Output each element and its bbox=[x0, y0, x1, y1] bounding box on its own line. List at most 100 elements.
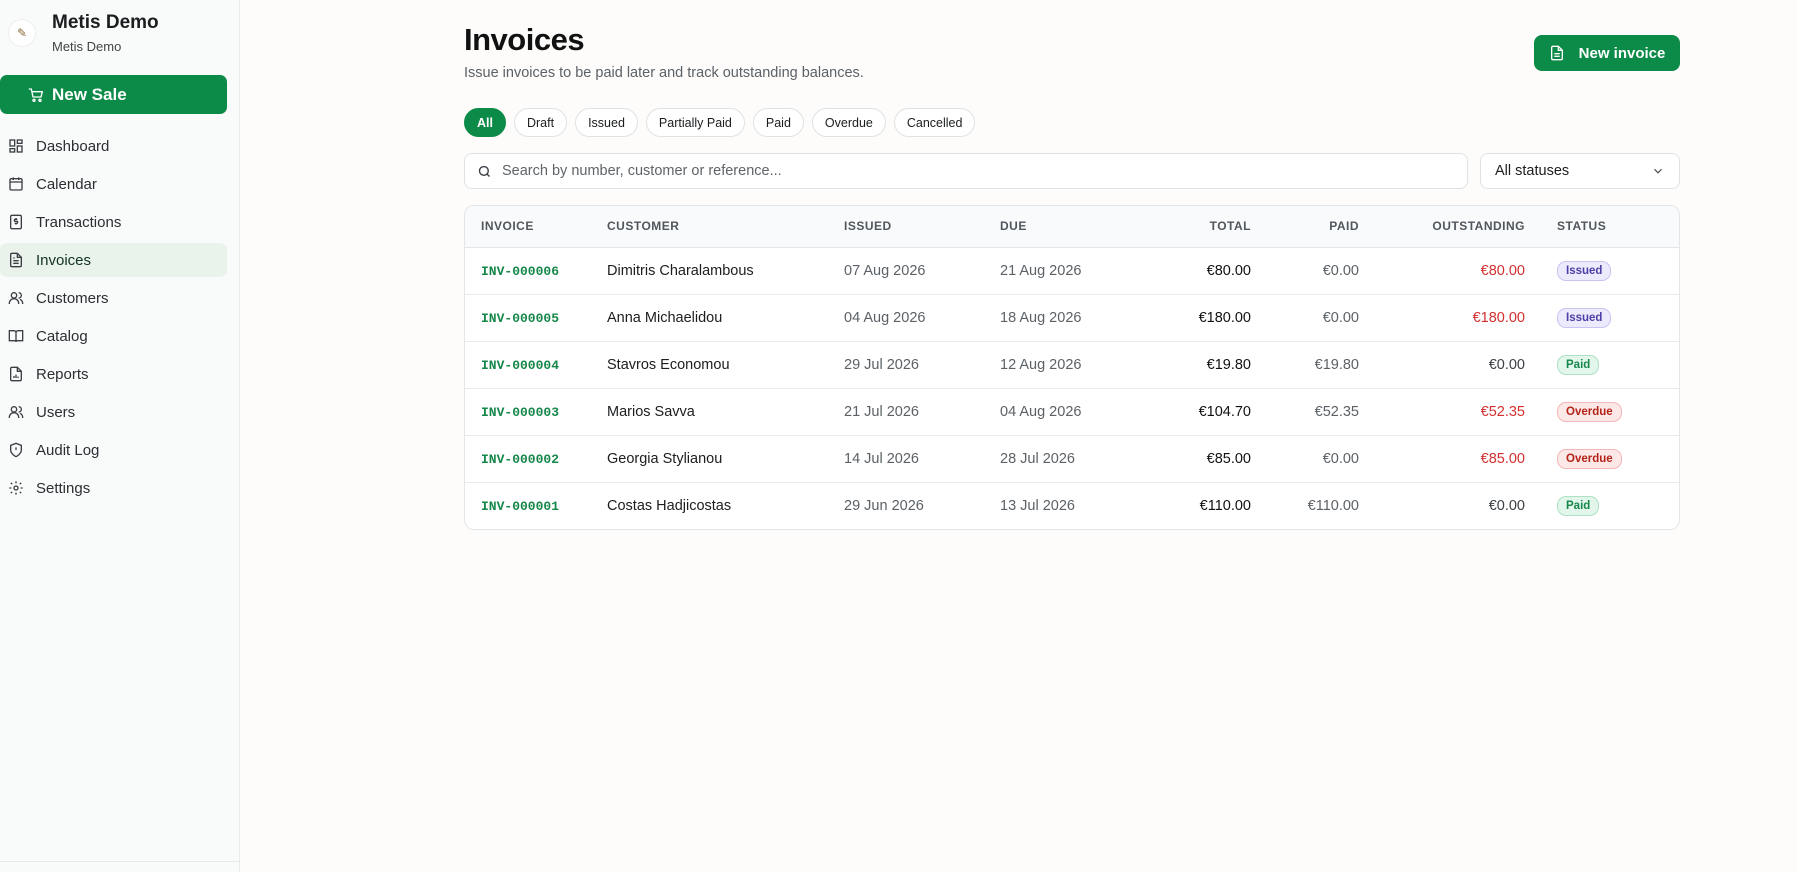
outstanding-cell: €180.00 bbox=[1472, 309, 1525, 326]
sidebar-item-reports[interactable]: Reports bbox=[0, 357, 227, 391]
paid-cell: €0.00 bbox=[1322, 450, 1359, 467]
customer-cell: Stavros Economou bbox=[607, 356, 730, 373]
invoice-number-link[interactable]: INV-000006 bbox=[481, 264, 559, 279]
customer-cell: Georgia Stylianou bbox=[607, 450, 723, 467]
paid-cell: €0.00 bbox=[1322, 262, 1359, 279]
new-invoice-button[interactable]: New invoice bbox=[1534, 35, 1680, 71]
sidebar-item-label: Catalog bbox=[36, 327, 88, 345]
invoice-number-link[interactable]: INV-000005 bbox=[481, 311, 559, 326]
paid-cell: €19.80 bbox=[1314, 356, 1359, 373]
paid-cell: €0.00 bbox=[1322, 309, 1359, 326]
users-icon bbox=[8, 406, 24, 418]
issued-cell: 14 Jul 2026 bbox=[844, 450, 919, 467]
total-cell: €80.00 bbox=[1206, 262, 1251, 279]
due-cell: 13 Jul 2026 bbox=[1000, 497, 1075, 514]
total-cell: €85.00 bbox=[1206, 450, 1251, 467]
sidebar-item-invoices[interactable]: Invoices bbox=[0, 243, 227, 277]
outstanding-cell: €85.00 bbox=[1480, 450, 1525, 467]
table-row[interactable]: INV-000006 Dimitris Charalambous 07 Aug … bbox=[465, 247, 1679, 294]
sidebar-item-label: Transactions bbox=[36, 213, 122, 231]
brand-name: Metis Demo bbox=[52, 12, 159, 33]
tab-issued[interactable]: Issued bbox=[575, 108, 638, 137]
table-row[interactable]: INV-000005 Anna Michaelidou 04 Aug 2026 … bbox=[465, 294, 1679, 341]
status-badge: Issued bbox=[1557, 307, 1612, 328]
calendar-icon bbox=[9, 177, 23, 191]
table-row[interactable]: INV-000002 Georgia Stylianou 14 Jul 2026… bbox=[465, 435, 1679, 482]
tab-draft[interactable]: Draft bbox=[513, 108, 568, 137]
customers-icon bbox=[8, 292, 24, 304]
invoice-number-link[interactable]: INV-000004 bbox=[481, 358, 559, 373]
tab-cancelled[interactable]: Cancelled bbox=[893, 108, 976, 137]
sidebar: ✎ Metis Demo Metis Demo New Sale Dashboa… bbox=[0, 0, 240, 872]
table-row[interactable]: INV-000003 Marios Savva 21 Jul 2026 04 A… bbox=[465, 388, 1679, 435]
search-box bbox=[464, 153, 1468, 189]
brand-sub: Metis Demo bbox=[52, 39, 122, 54]
customer-cell: Costas Hadjicostas bbox=[607, 497, 732, 514]
col-header-total[interactable]: TOTAL bbox=[1156, 206, 1251, 248]
new-sale-button[interactable]: New Sale bbox=[0, 75, 227, 114]
page-subtitle: Issue invoices to be paid later and trac… bbox=[464, 65, 864, 81]
invoice-icon bbox=[1550, 45, 1563, 61]
col-header-outstanding[interactable]: OUTSTANDING bbox=[1359, 206, 1525, 248]
col-header-due[interactable]: DUE bbox=[1000, 206, 1156, 248]
tab-all[interactable]: All bbox=[464, 108, 506, 137]
table-header-row: INVOICE CUSTOMER ISSUED DUE TOTAL PAID O… bbox=[465, 206, 1679, 248]
reports-icon bbox=[10, 366, 22, 382]
brand-logo: ✎ bbox=[8, 19, 36, 47]
invoice-number-link[interactable]: INV-000002 bbox=[481, 452, 559, 467]
status-filter-select[interactable]: All statuses bbox=[1480, 153, 1680, 189]
tab-paid[interactable]: Paid bbox=[752, 108, 804, 137]
status-badge: Paid bbox=[1557, 354, 1600, 375]
col-header-paid[interactable]: PAID bbox=[1251, 206, 1359, 248]
status-filter-value: All statuses bbox=[1495, 163, 1570, 179]
sidebar-item-users[interactable]: Users bbox=[0, 395, 227, 429]
sidebar-item-settings[interactable]: Settings bbox=[0, 471, 227, 505]
due-cell: 12 Aug 2026 bbox=[1000, 356, 1082, 373]
sidebar-item-audit-log[interactable]: Audit Log bbox=[0, 433, 227, 467]
invoice-number-link[interactable]: INV-000001 bbox=[481, 499, 559, 514]
chevron-down-icon bbox=[1654, 168, 1662, 174]
total-cell: €180.00 bbox=[1198, 309, 1251, 326]
col-header-invoice[interactable]: INVOICE bbox=[465, 206, 607, 248]
issued-cell: 29 Jun 2026 bbox=[844, 497, 924, 514]
col-header-issued[interactable]: ISSUED bbox=[844, 206, 1000, 248]
sidebar-item-label: Invoices bbox=[36, 251, 92, 269]
issued-cell: 21 Jul 2026 bbox=[844, 403, 919, 420]
table-row[interactable]: INV-000001 Costas Hadjicostas 29 Jun 202… bbox=[465, 482, 1679, 529]
sidebar-item-catalog[interactable]: Catalog bbox=[0, 319, 227, 353]
col-header-customer[interactable]: CUSTOMER bbox=[607, 206, 844, 248]
status-tabs: All Draft Issued Partially Paid Paid Ove… bbox=[464, 108, 983, 137]
invoice-number-link[interactable]: INV-000003 bbox=[481, 405, 559, 420]
cart-icon bbox=[28, 87, 43, 102]
sidebar-item-calendar[interactable]: Calendar bbox=[0, 167, 227, 201]
transactions-icon bbox=[10, 214, 22, 230]
col-header-status[interactable]: STATUS bbox=[1525, 206, 1679, 248]
shield-icon bbox=[10, 442, 22, 458]
sidebar-item-transactions[interactable]: Transactions bbox=[0, 205, 227, 239]
tab-partially-paid[interactable]: Partially Paid bbox=[645, 108, 745, 137]
customer-cell: Anna Michaelidou bbox=[607, 309, 723, 326]
outstanding-cell: €80.00 bbox=[1480, 262, 1525, 279]
status-badge: Paid bbox=[1557, 495, 1600, 516]
search-input[interactable] bbox=[502, 163, 1402, 179]
customer-cell: Marios Savva bbox=[607, 403, 695, 420]
invoice-icon bbox=[10, 252, 22, 268]
due-cell: 18 Aug 2026 bbox=[1000, 309, 1082, 326]
due-cell: 21 Aug 2026 bbox=[1000, 262, 1082, 279]
brand[interactable]: ✎ Metis Demo Metis Demo bbox=[8, 12, 159, 54]
sidebar-nav: Dashboard Calendar Transactions Invoices… bbox=[0, 129, 227, 509]
due-cell: 28 Jul 2026 bbox=[1000, 450, 1075, 467]
customer-cell: Dimitris Charalambous bbox=[607, 262, 754, 279]
sidebar-item-customers[interactable]: Customers bbox=[0, 281, 227, 315]
status-badge: Overdue bbox=[1557, 448, 1622, 469]
search-icon bbox=[478, 165, 490, 177]
sidebar-item-label: Users bbox=[36, 403, 76, 421]
sidebar-item-label: Settings bbox=[36, 479, 91, 497]
catalog-icon bbox=[8, 330, 24, 343]
table-row[interactable]: INV-000004 Stavros Economou 29 Jul 2026 … bbox=[465, 341, 1679, 388]
sidebar-item-dashboard[interactable]: Dashboard bbox=[0, 129, 227, 163]
gear-icon bbox=[9, 481, 23, 495]
due-cell: 04 Aug 2026 bbox=[1000, 403, 1082, 420]
tab-overdue[interactable]: Overdue bbox=[811, 108, 886, 137]
invoices-table: INVOICE CUSTOMER ISSUED DUE TOTAL PAID O… bbox=[464, 205, 1680, 530]
